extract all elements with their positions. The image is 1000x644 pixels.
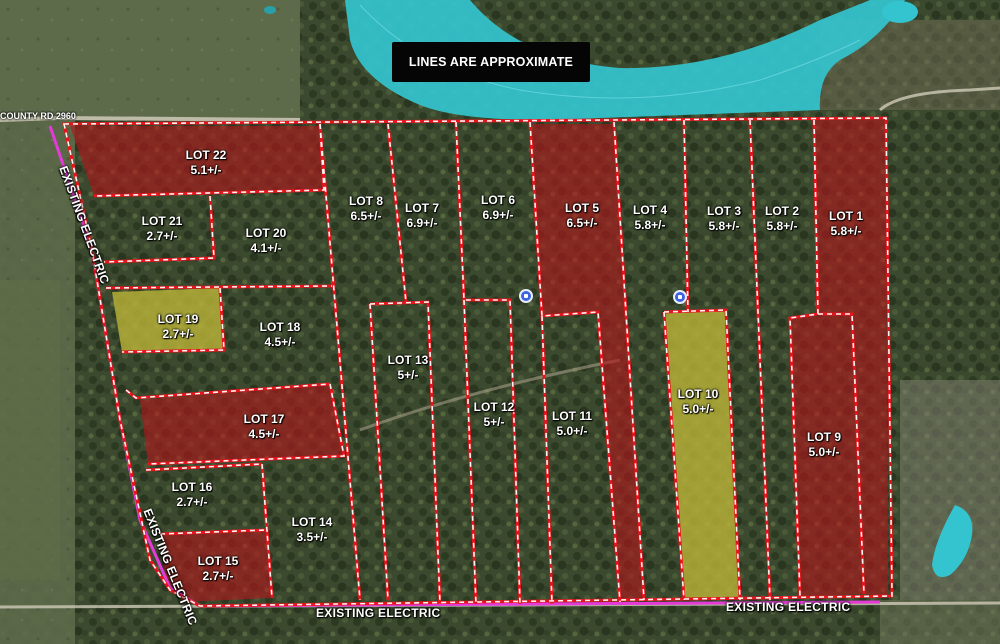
lot-3-label[interactable]: LOT 3 5.8+/- <box>707 204 741 234</box>
marker-icon[interactable] <box>519 289 533 303</box>
lot-name: LOT 8 <box>348 194 384 208</box>
lot-size: 5.8+/- <box>634 218 666 232</box>
marker-icon[interactable] <box>673 290 687 304</box>
lot-size: 2.7+/- <box>162 327 194 341</box>
lot-size: 5.8+/- <box>708 219 740 233</box>
lot-size: 5.0+/- <box>556 424 588 438</box>
lot-size: 4.5+/- <box>264 335 296 349</box>
electric-label-bottom-right: EXISTING ELECTRIC <box>726 600 851 614</box>
lot-name: LOT 9 <box>806 430 842 444</box>
map-base <box>0 0 1000 644</box>
lot-name: LOT 15 <box>197 554 239 568</box>
lot-size: 5.1+/- <box>190 163 222 177</box>
lot-size: 5+/- <box>483 415 505 429</box>
lot-19-label[interactable]: LOT 19 2.7+/- <box>158 312 199 342</box>
lot-size: 2.7+/- <box>202 569 234 583</box>
lot-size: 6.9+/- <box>482 208 514 222</box>
lot-2-label[interactable]: LOT 2 5.8+/- <box>765 204 799 234</box>
aerial-plat-map: LINES ARE APPROXIMATE COUNTY RD 2960 LOT… <box>0 0 1000 644</box>
lot-size: 2.7+/- <box>146 229 178 243</box>
lot-9-label[interactable]: LOT 9 5.0+/- <box>807 430 841 460</box>
lot-14-label[interactable]: LOT 14 3.5+/- <box>292 515 333 545</box>
lot-name: LOT 1 <box>828 209 864 223</box>
lot-name: LOT 5 <box>564 201 600 215</box>
lot-name: LOT 11 <box>551 409 593 423</box>
lot-name: LOT 20 <box>245 226 287 240</box>
lot-size: 5.8+/- <box>830 224 862 238</box>
lot-16-label[interactable]: LOT 16 2.7+/- <box>172 480 213 510</box>
lot-name: LOT 2 <box>764 204 800 218</box>
lot-13-label[interactable]: LOT 13 5+/- <box>388 353 429 383</box>
lot-size: 5.0+/- <box>808 445 840 459</box>
lot-name: LOT 14 <box>291 515 333 529</box>
lot-name: LOT 22 <box>185 148 227 162</box>
lot-6-label[interactable]: LOT 6 6.9+/- <box>481 193 515 223</box>
lot-name: LOT 7 <box>404 201 440 215</box>
lot-size: 3.5+/- <box>296 530 328 544</box>
lot-name: LOT 6 <box>480 193 516 207</box>
lot-name: LOT 16 <box>171 480 213 494</box>
lot-name: LOT 17 <box>243 412 285 426</box>
lot-1-label[interactable]: LOT 1 5.8+/- <box>829 209 863 239</box>
lot-size: 5.8+/- <box>766 219 798 233</box>
county-road-label: COUNTY RD 2960 <box>0 111 76 121</box>
lot-name: LOT 19 <box>157 312 199 326</box>
lot-name: LOT 13 <box>387 353 429 367</box>
lot-name: LOT 10 <box>677 387 719 401</box>
lot-name: LOT 18 <box>259 320 301 334</box>
lot-size: 5.0+/- <box>682 402 714 416</box>
lot-size: 5+/- <box>397 368 419 382</box>
lot-name: LOT 3 <box>706 204 742 218</box>
lines-approximate-banner: LINES ARE APPROXIMATE <box>392 42 590 82</box>
lot-22-label[interactable]: LOT 22 5.1+/- <box>186 148 227 178</box>
lot-7-label[interactable]: LOT 7 6.9+/- <box>405 201 439 231</box>
lot-4-label[interactable]: LOT 4 5.8+/- <box>633 203 667 233</box>
lot-17-label[interactable]: LOT 17 4.5+/- <box>244 412 285 442</box>
lot-21-label[interactable]: LOT 21 2.7+/- <box>142 214 183 244</box>
lot-18-label[interactable]: LOT 18 4.5+/- <box>260 320 301 350</box>
lot-name: LOT 12 <box>473 400 515 414</box>
lot-12-label[interactable]: LOT 12 5+/- <box>474 400 515 430</box>
lot-size: 6.5+/- <box>566 216 598 230</box>
lot-size: 2.7+/- <box>176 495 208 509</box>
lot-5-label[interactable]: LOT 5 6.5+/- <box>565 201 599 231</box>
lot-15-label[interactable]: LOT 15 2.7+/- <box>198 554 239 584</box>
lot-20-label[interactable]: LOT 20 4.1+/- <box>246 226 287 256</box>
lot-size: 6.5+/- <box>350 209 382 223</box>
lot-11-label[interactable]: LOT 11 5.0+/- <box>552 409 592 439</box>
lot-name: LOT 4 <box>632 203 668 217</box>
lot-10-label[interactable]: LOT 10 5.0+/- <box>678 387 719 417</box>
lot-size: 6.9+/- <box>406 216 438 230</box>
lot-8-label[interactable]: LOT 8 6.5+/- <box>349 194 383 224</box>
lot-size: 4.1+/- <box>250 241 282 255</box>
lot-size: 4.5+/- <box>248 427 280 441</box>
electric-label-bottom-left: EXISTING ELECTRIC <box>316 606 441 620</box>
lot-name: LOT 21 <box>141 214 183 228</box>
